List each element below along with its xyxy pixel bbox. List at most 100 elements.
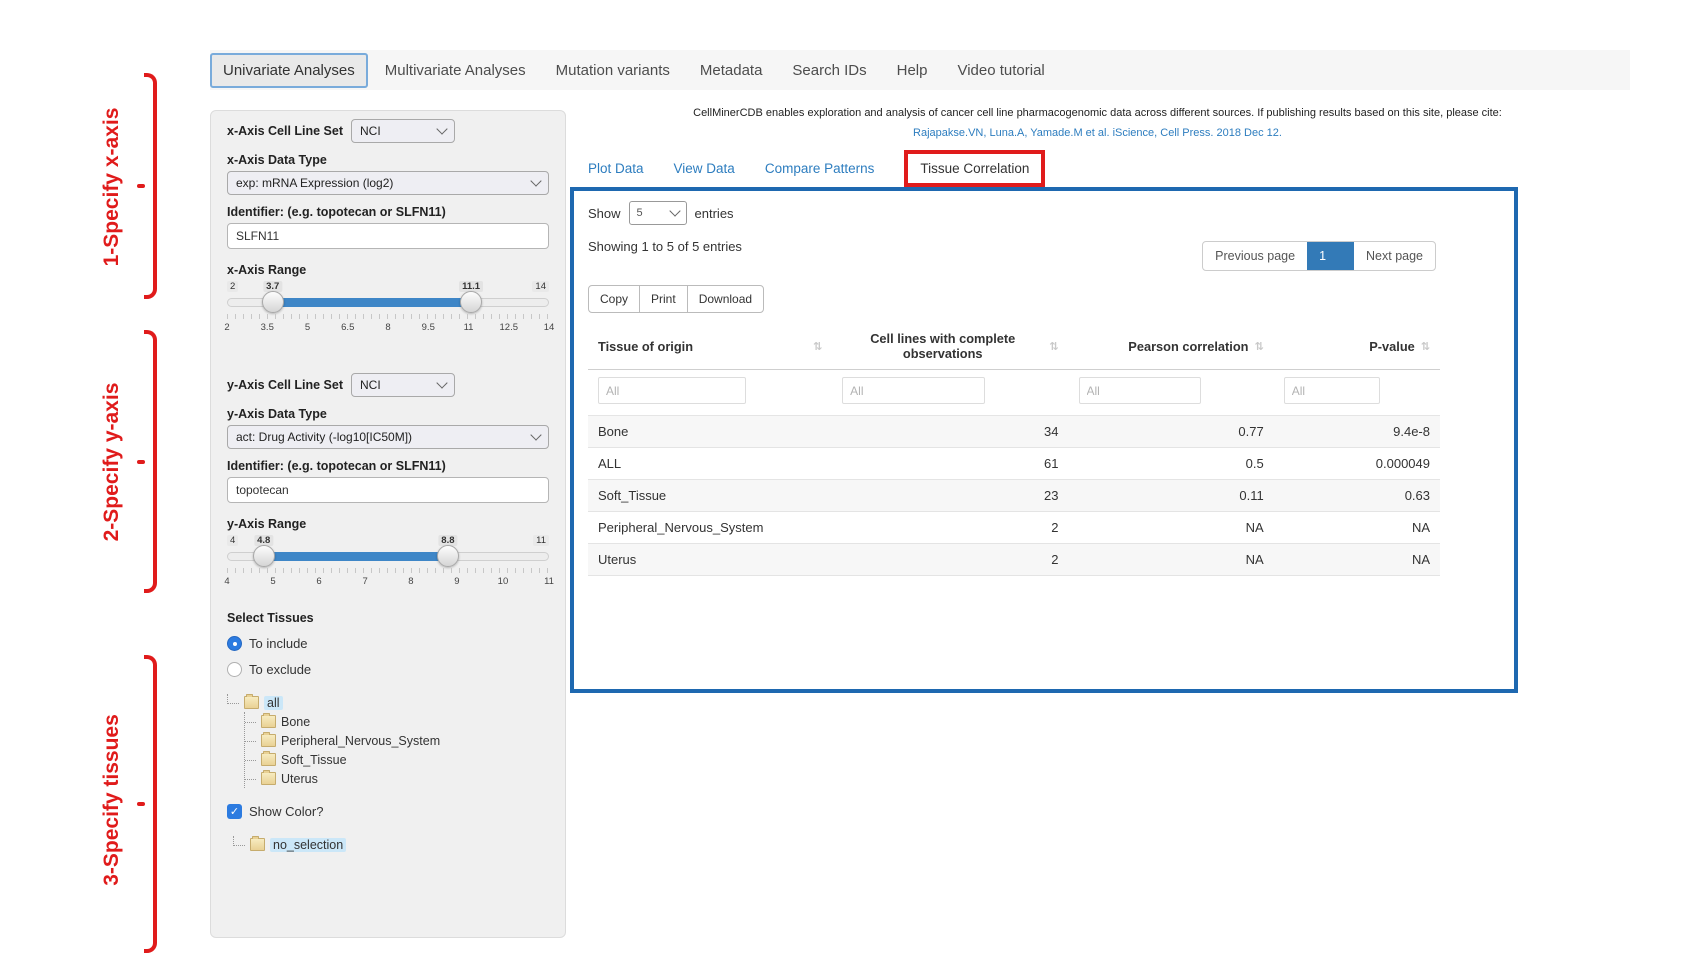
sort-icon[interactable]: ⇅ [1421,340,1430,353]
y-range-slider[interactable]: 4 4.8 8.8 11 4 5 6 7 8 9 10 11 [227,535,549,597]
cell-n: 61 [832,448,1068,480]
table-filter-row [588,370,1440,416]
tab-compare-patterns[interactable]: Compare Patterns [765,161,875,176]
table-row: Uterus 2 NA NA [588,544,1440,576]
download-button[interactable]: Download [688,286,763,312]
sort-icon[interactable]: ⇅ [813,340,822,353]
tick-label: 14 [544,322,555,333]
tree-item-bone[interactable]: Bone [245,712,549,731]
tissue-correlation-panel: Show 5 entries Showing 1 to 5 of 5 entri… [570,187,1518,693]
radio-to-include[interactable]: To include [227,636,549,651]
copy-button[interactable]: Copy [589,286,640,312]
x-range-handle-left[interactable] [262,291,284,313]
column-label: Cell lines with complete observations [842,331,1043,361]
filter-input-p-value[interactable] [1284,377,1381,404]
next-page-button[interactable]: Next page [1354,242,1435,270]
chevron-down-icon [530,429,541,440]
x-cell-line-set-value: NCI [360,124,381,138]
nav-tab-help[interactable]: Help [884,53,941,88]
tree-item-peripheral-nervous-system[interactable]: Peripheral_Nervous_System [245,731,549,750]
column-header-cell-lines[interactable]: Cell lines with complete observations ⇅ [832,323,1068,370]
select-tissues-title: Select Tissues [227,611,549,625]
cell-r: 0.11 [1069,480,1274,512]
show-color-label: Show Color? [249,804,323,819]
cell-tissue: Soft_Tissue [588,480,832,512]
filter-input-pearson[interactable] [1079,377,1201,404]
cell-n: 2 [832,544,1068,576]
filter-input-tissue[interactable] [598,377,746,404]
to-exclude-label: To exclude [249,662,311,677]
tick-label: 6 [316,576,321,587]
show-color-checkbox-row[interactable]: ✓ Show Color? [227,804,549,819]
entries-count-select[interactable]: 5 [629,201,687,225]
table-header-row: Tissue of origin ⇅ Cell lines with compl… [588,323,1440,370]
y-range-handle-right[interactable] [437,545,459,567]
x-range-max: 14 [532,281,549,292]
showing-entries-status: Showing 1 to 5 of 5 entries [588,239,742,254]
sort-icon[interactable]: ⇅ [1049,340,1058,353]
nav-tab-video-tutorial[interactable]: Video tutorial [944,53,1057,88]
y-data-type-select[interactable]: act: Drug Activity (-log10[IC50M]) [227,425,549,449]
cell-n: 34 [832,416,1068,448]
y-axis-section: y-Axis Cell Line Set NCI y-Axis Data Typ… [227,373,549,597]
tab-tissue-correlation[interactable]: Tissue Correlation [920,161,1029,176]
y-identifier-input[interactable] [227,477,549,503]
tree-item-soft-tissue-label: Soft_Tissue [281,753,347,767]
column-label: Pearson correlation [1128,339,1248,354]
radio-off-icon[interactable] [227,662,242,677]
cell-tissue: Bone [588,416,832,448]
nav-tab-mutation-variants[interactable]: Mutation variants [543,53,683,88]
tree-item-no-selection[interactable]: no_selection [233,835,549,854]
y-cell-line-set-select[interactable]: NCI [351,373,455,397]
x-data-type-select[interactable]: exp: mRNA Expression (log2) [227,171,549,195]
x-identifier-input[interactable] [227,223,549,249]
citation-link[interactable]: Rajapakse.VN, Luna.A, Yamade.M et al. iS… [570,124,1625,144]
chevron-down-icon [436,377,447,388]
nav-tab-univariate-analyses[interactable]: Univariate Analyses [210,53,368,88]
x-range-ticks [227,314,549,319]
column-header-pearson-correlation[interactable]: Pearson correlation ⇅ [1069,323,1274,370]
x-cell-line-set-select[interactable]: NCI [351,119,455,143]
tree-item-all[interactable]: all [227,693,549,712]
sidebar-panel: x-Axis Cell Line Set NCI x-Axis Data Typ… [210,110,566,938]
no-selection-label: no_selection [270,838,346,852]
tree-item-soft-tissue[interactable]: Soft_Tissue [245,750,549,769]
nav-tab-search-ids[interactable]: Search IDs [779,53,879,88]
previous-page-button[interactable]: Previous page [1203,242,1307,270]
to-include-label: To include [249,636,308,651]
table-row: Soft_Tissue 23 0.11 0.63 [588,480,1440,512]
annotation-bracket-3 [144,655,157,953]
x-range-handle-right[interactable] [460,291,482,313]
x-axis-section: x-Axis Cell Line Set NCI x-Axis Data Typ… [227,119,549,343]
tissue-correlation-table: Tissue of origin ⇅ Cell lines with compl… [588,323,1440,576]
export-button-group: Copy Print Download [588,285,764,313]
chevron-down-icon [436,123,447,134]
column-header-p-value[interactable]: P-value ⇅ [1274,323,1440,370]
tree-item-uterus[interactable]: Uterus [245,769,549,788]
page: 1-Specify x-axis 2-Specify y-axis 3-Spec… [0,0,1700,956]
filter-input-cell-lines[interactable] [842,377,985,404]
y-range-handle-left[interactable] [253,545,275,567]
sort-icon[interactable]: ⇅ [1255,340,1264,353]
checkbox-checked-icon[interactable]: ✓ [227,804,242,819]
table-row: Peripheral_Nervous_System 2 NA NA [588,512,1440,544]
nav-tab-metadata[interactable]: Metadata [687,53,776,88]
column-header-tissue-of-origin[interactable]: Tissue of origin ⇅ [588,323,832,370]
radio-to-exclude[interactable]: To exclude [227,662,549,677]
radio-on-icon[interactable] [227,636,242,651]
tree-item-uterus-label: Uterus [281,772,318,786]
cell-tissue: ALL [588,448,832,480]
x-data-type-label: x-Axis Data Type [227,153,549,167]
tab-view-data[interactable]: View Data [674,161,735,176]
selection-tree: no_selection [233,835,549,854]
x-range-slider[interactable]: 2 3.7 11.1 14 2 3.5 5 6.5 8 9.5 11 12.5 [227,281,549,343]
page-number-button[interactable]: 1 [1307,242,1354,270]
y-cell-line-set-label: y-Axis Cell Line Set [227,378,343,392]
tree-connector [233,836,245,846]
tab-plot-data[interactable]: Plot Data [588,161,644,176]
tree-children: Bone Peripheral_Nervous_System Soft_Tiss… [244,712,549,788]
nav-tab-multivariate-analyses[interactable]: Multivariate Analyses [372,53,539,88]
cell-p: 0.63 [1274,480,1440,512]
print-button[interactable]: Print [640,286,688,312]
y-range-fill [264,552,448,561]
